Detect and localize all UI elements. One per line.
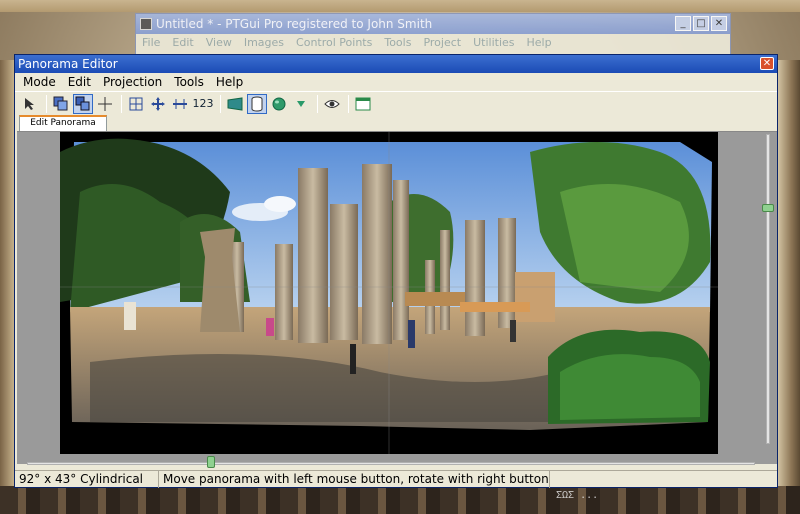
vertical-slider-track[interactable] xyxy=(766,134,770,444)
cylindrical-icon[interactable] xyxy=(247,93,267,114)
menu-help[interactable]: Help xyxy=(210,73,249,91)
panorama-canvas[interactable] xyxy=(17,131,777,468)
status-hint: Move panorama with left mouse button, ro… xyxy=(159,471,550,488)
tab-edit-panorama[interactable]: Edit Panorama xyxy=(19,115,107,131)
panorama-image xyxy=(60,132,718,454)
back-menu-images[interactable]: Images xyxy=(238,34,290,51)
toolbar-separator xyxy=(220,94,221,113)
editor-title: Panorama Editor xyxy=(18,57,118,71)
select-arrow-icon[interactable] xyxy=(20,94,40,114)
back-menu-utilities[interactable]: Utilities xyxy=(467,34,520,51)
back-menu-tools[interactable]: Tools xyxy=(378,34,417,51)
editor-titlebar[interactable]: Panorama Editor ✕ xyxy=(15,55,777,73)
numeric-icon[interactable]: 123 xyxy=(192,94,214,114)
panorama-preview[interactable] xyxy=(60,132,718,454)
back-menu-edit[interactable]: Edit xyxy=(166,34,199,51)
back-menu-control-points[interactable]: Control Points xyxy=(290,34,378,51)
toolbar-separator xyxy=(317,94,318,113)
background-floor xyxy=(0,486,800,514)
move-icon[interactable] xyxy=(148,94,168,114)
eye-icon[interactable] xyxy=(322,94,342,114)
background-right-wall xyxy=(778,60,800,514)
toolbar-separator xyxy=(46,94,47,113)
straighten-icon[interactable] xyxy=(170,94,190,114)
minimize-button[interactable]: _ xyxy=(675,16,691,31)
back-menu-view[interactable]: View xyxy=(200,34,238,51)
maximize-button[interactable]: □ xyxy=(693,16,709,31)
back-menu-project[interactable]: Project xyxy=(417,34,467,51)
background-ceiling xyxy=(0,0,800,12)
app-icon xyxy=(140,18,152,30)
back-menu-help[interactable]: Help xyxy=(521,34,558,51)
back-menu-file[interactable]: File xyxy=(136,34,166,51)
crosshair-icon[interactable] xyxy=(95,94,115,114)
menu-projection[interactable]: Projection xyxy=(97,73,168,91)
image-stack-icon[interactable] xyxy=(51,94,71,114)
selected-images-icon[interactable] xyxy=(73,93,93,114)
menu-mode[interactable]: Mode xyxy=(15,73,62,91)
panorama-editor-window[interactable]: Panorama Editor ✕ Mode Edit Projection T… xyxy=(14,54,778,488)
menu-tools[interactable]: Tools xyxy=(168,73,210,91)
editor-toolbar: 123 xyxy=(15,91,777,115)
window-icon[interactable] xyxy=(353,94,373,114)
toolbar-separator xyxy=(121,94,122,113)
dropdown-icon[interactable] xyxy=(291,94,311,114)
back-close-button[interactable]: ✕ xyxy=(711,16,727,31)
sphere-icon[interactable] xyxy=(269,94,289,114)
status-projection: 92° x 43° Cylindrical xyxy=(15,471,159,488)
vertical-slider-handle[interactable] xyxy=(762,204,774,212)
editor-tabs: Edit Panorama xyxy=(15,115,777,131)
center-point-icon[interactable] xyxy=(126,94,146,114)
status-bar: 92° x 43° Cylindrical Move panorama with… xyxy=(15,470,777,488)
back-window-titlebar[interactable]: Untitled * - PTGui Pro registered to Joh… xyxy=(136,14,730,34)
back-menubar: File Edit View Images Control Points Too… xyxy=(136,34,730,51)
back-window-title: Untitled * - PTGui Pro registered to Joh… xyxy=(156,17,433,31)
horizontal-slider-track[interactable] xyxy=(27,462,755,465)
editor-menubar: Mode Edit Projection Tools Help xyxy=(15,73,777,91)
rectilinear-icon[interactable] xyxy=(225,94,245,114)
horizontal-slider-handle[interactable] xyxy=(207,456,215,468)
background-left-wall xyxy=(0,60,14,514)
toolbar-separator xyxy=(348,94,349,113)
background-text: ΣΩΣ ... xyxy=(556,490,599,501)
menu-edit[interactable]: Edit xyxy=(62,73,97,91)
editor-close-button[interactable]: ✕ xyxy=(760,57,774,70)
